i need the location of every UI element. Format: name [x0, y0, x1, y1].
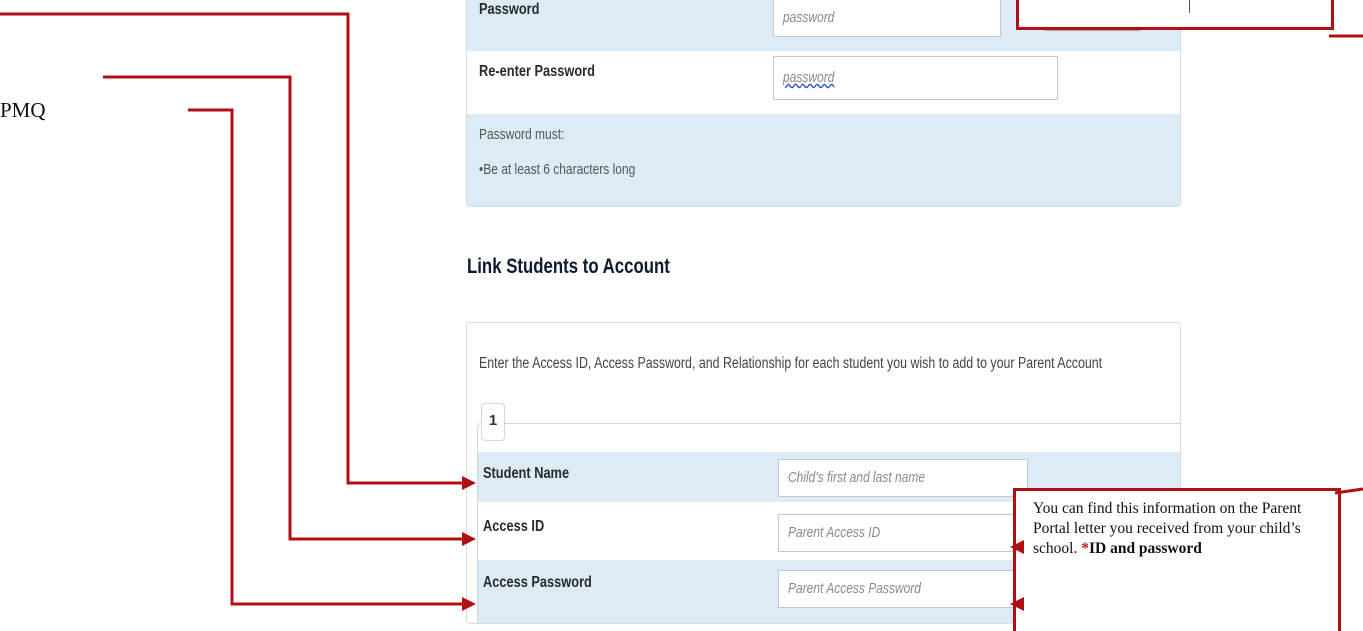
- arrowhead-callout-id: [1010, 540, 1024, 554]
- arrow-line-access-id: [103, 75, 466, 541]
- arrowhead-access-password: [462, 597, 476, 611]
- callout-bottom-bracket: [1334, 487, 1363, 495]
- annotation-arrows: [0, 12, 1363, 611]
- arrow-line-access-password: [188, 108, 466, 606]
- arrowhead-callout-password: [1010, 597, 1024, 611]
- arrowhead-student-name: [462, 476, 476, 490]
- arrowhead-access-id: [462, 532, 476, 546]
